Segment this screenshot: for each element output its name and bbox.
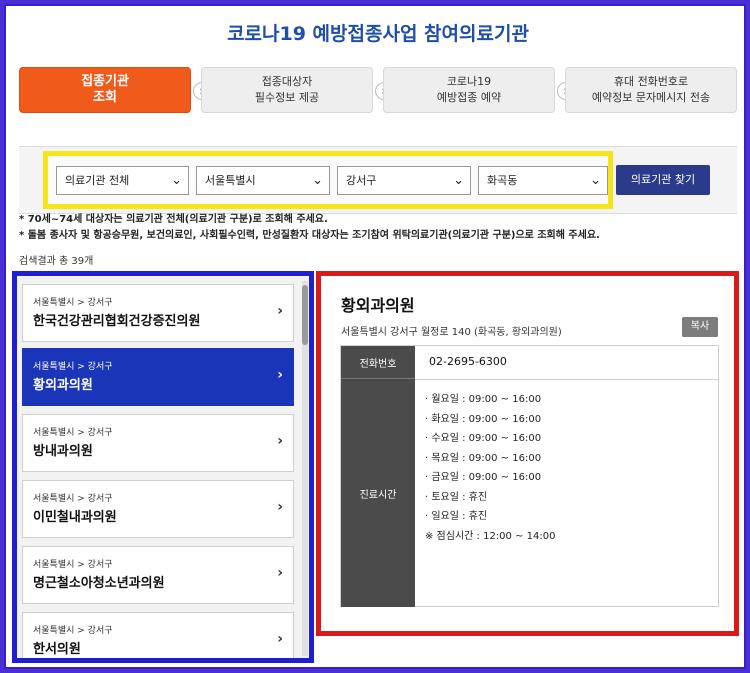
step-2-tab[interactable]: 접종대상자 필수정보 제공 (201, 67, 373, 113)
hours-row: · 목요일 : 09:00 ~ 16:00 (425, 452, 542, 464)
city-select[interactable]: 서울특별시 ⌄ (196, 166, 330, 195)
list-item-name: 한서의원 (33, 642, 81, 657)
step-4-tab[interactable]: 휴대 전화번호로 예약정보 문자메시지 전송 (565, 67, 737, 113)
list-item[interactable]: 서울특별시 > 강서구 한국건강관리협회건강증진의원 › (22, 284, 294, 342)
list-item-name: 황외과의원 (33, 378, 93, 393)
detail-address: 서울특별시 강서구 월정로 140 (화곡동, 황외과의원) (341, 327, 562, 338)
copy-address-button[interactable]: 복사 (682, 317, 718, 337)
list-item-name: 한국건강관리협회건강증진의원 (33, 314, 201, 329)
hours-label: 진료시간 (341, 379, 415, 607)
filter-bar: 의료기관 전체 ⌄ 서울특별시 ⌄ 강서구 ⌄ 화곡동 ⌄ 의료기관 찾기 (19, 146, 737, 214)
list-scrollbar[interactable] (302, 281, 308, 656)
chevron-down-icon: ⌄ (171, 173, 182, 188)
result-count: 검색결과 총 39개 (19, 256, 94, 267)
hours-row: · 월요일 : 09:00 ~ 16:00 (425, 394, 542, 405)
step-2-line1: 접종대상자 (261, 75, 313, 88)
filter-highlight: 의료기관 전체 ⌄ 서울특별시 ⌄ 강서구 ⌄ 화곡동 ⌄ (43, 151, 613, 209)
chevron-right-icon: › (277, 631, 283, 647)
result-list: 서울특별시 > 강서구 한국건강관리협회건강증진의원 › 서울특별시 > 강서구… (12, 271, 314, 663)
list-item-crumb: 서울특별시 > 강서구 (33, 298, 113, 308)
phone-label: 전화번호 (341, 346, 415, 379)
chevron-right-icon: › (277, 499, 283, 515)
list-item[interactable]: 서울특별시 > 강서구 황외과의원 › (22, 348, 294, 406)
step-3-line1: 코로나19 (446, 75, 492, 88)
find-institution-button[interactable]: 의료기관 찾기 (616, 165, 710, 195)
dong-select[interactable]: 화곡동 ⌄ (478, 166, 608, 195)
scroll-thumb[interactable] (302, 285, 308, 345)
notice-line-2: * 돌봄 종사자 및 항공승무원, 보건의료인, 사회필수인력, 만성질환자 대… (19, 230, 600, 241)
hours-row: · 일요일 : 휴진 (425, 511, 488, 522)
chevron-down-icon: ⌄ (312, 173, 323, 188)
chevron-down-icon: ⌄ (590, 173, 601, 188)
phone-value: 02-2695-6300 (429, 355, 507, 368)
step-3-tab[interactable]: 코로나19 예방접종 예약 (383, 67, 555, 113)
detail-panel: 황외과의원 서울특별시 강서구 월정로 140 (화곡동, 황외과의원) 복사 … (316, 271, 739, 636)
hours-row: · 토요일 : 휴진 (425, 491, 488, 503)
step-1-line1: 접종기관 (81, 74, 129, 89)
list-item-crumb: 서울특별시 > 강서구 (33, 626, 113, 636)
page-title: 코로나19 예방접종사업 참여의료기관 (227, 23, 529, 45)
step-4-line2: 예약정보 문자메시지 전송 (591, 91, 711, 104)
institution-type-value: 의료기관 전체 (65, 174, 130, 187)
page-frame: 코로나19 예방접종사업 참여의료기관 접종기관 조회 › 접종대상자 필수정보… (4, 4, 746, 669)
notice-text: * 70세~74세 대상자는 의료기관 전체(의료기관 구분)로 조회해 주세요… (19, 212, 600, 244)
list-item-crumb: 서울특별시 > 강서구 (33, 494, 113, 504)
chevron-down-icon: ⌄ (453, 173, 464, 188)
institution-type-select[interactable]: 의료기관 전체 ⌄ (56, 166, 189, 195)
hours-row: · 수요일 : 09:00 ~ 16:00 (425, 433, 542, 444)
detail-name: 황외과의원 (341, 296, 415, 315)
step-2-line2: 필수정보 제공 (254, 91, 320, 104)
chevron-right-icon: › (277, 565, 283, 581)
list-item[interactable]: 서울특별시 > 강서구 이민철내과의원 › (22, 480, 294, 538)
list-item-crumb: 서울특별시 > 강서구 (33, 428, 113, 438)
list-item-name: 명근철소아청소년과의원 (33, 576, 165, 591)
step-3-line2: 예방접종 예약 (436, 91, 502, 104)
step-4-line1: 휴대 전화번호로 (613, 75, 689, 88)
list-item-name: 이민철내과의원 (33, 510, 117, 525)
step-1-line2: 조회 (93, 90, 117, 105)
hours-row: · 화요일 : 09:00 ~ 16:00 (425, 413, 542, 425)
list-item[interactable]: 서울특별시 > 강서구 한서의원 › (22, 612, 294, 658)
hours-row: · 금요일 : 09:00 ~ 16:00 (425, 472, 542, 483)
list-item-name: 방내과의원 (33, 444, 93, 459)
dong-value: 화곡동 (487, 174, 518, 187)
divider (415, 379, 719, 380)
chevron-right-icon: › (277, 367, 283, 383)
chevron-right-icon: › (277, 433, 283, 449)
chevron-right-icon: › (277, 303, 283, 319)
hours-list: · 월요일 : 09:00 ~ 16:00 · 화요일 : 09:00 ~ 16… (425, 390, 555, 546)
step-1-tab[interactable]: 접종기관 조회 (19, 67, 191, 113)
step-nav: 접종기관 조회 › 접종대상자 필수정보 제공 › 코로나19 예방접종 예약 … (19, 67, 737, 113)
city-value: 서울특별시 (205, 174, 256, 187)
list-item-crumb: 서울특별시 > 강서구 (33, 362, 113, 372)
list-item[interactable]: 서울특별시 > 강서구 명근철소아청소년과의원 › (22, 546, 294, 604)
hours-row: ※ 점심시간 : 12:00 ~ 14:00 (425, 530, 556, 542)
list-item[interactable]: 서울특별시 > 강서구 방내과의원 › (22, 414, 294, 472)
notice-line-1: * 70세~74세 대상자는 의료기관 전체(의료기관 구분)로 조회해 주세요… (19, 214, 328, 225)
district-select[interactable]: 강서구 ⌄ (337, 166, 471, 195)
district-value: 강서구 (346, 174, 377, 187)
info-table: 전화번호 02-2695-6300 진료시간 · 월요일 : 09:00 ~ 1… (340, 345, 719, 607)
list-item-crumb: 서울특별시 > 강서구 (33, 560, 113, 570)
